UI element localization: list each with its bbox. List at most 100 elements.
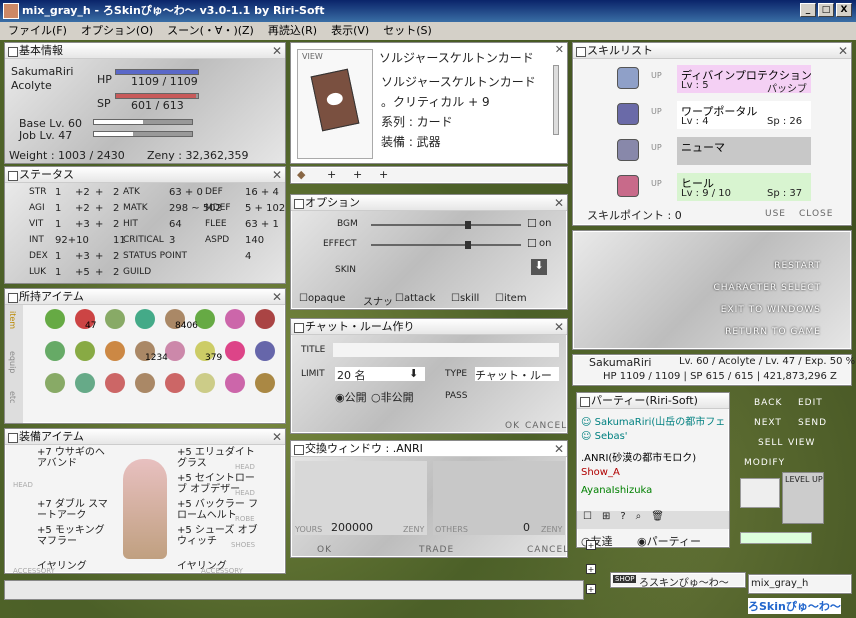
item-icon[interactable]: [225, 341, 245, 361]
item-icon[interactable]: [225, 309, 245, 329]
trash-icon[interactable]: 🗑: [651, 511, 664, 529]
close-icon[interactable]: ✕: [554, 195, 564, 211]
view-button[interactable]: VIEW: [788, 438, 815, 448]
edit-button[interactable]: EDIT: [798, 398, 823, 408]
close-button[interactable]: X: [836, 3, 852, 17]
skill-checkbox[interactable]: ☐skill: [451, 293, 479, 304]
item-icon[interactable]: [195, 309, 215, 329]
attack-checkbox[interactable]: ☐attack: [395, 293, 435, 304]
skill-row[interactable]: ワープポータル Lv : 4 Sp : 26: [677, 101, 811, 129]
ok-button[interactable]: OK: [317, 545, 332, 555]
expand-icon[interactable]: +: [586, 564, 596, 574]
search-icon[interactable]: ⌕: [636, 511, 642, 529]
item-icon[interactable]: [105, 309, 125, 329]
chat-input[interactable]: [4, 580, 584, 600]
return-button[interactable]: RETURN TO GAME: [725, 327, 821, 337]
stat-plus-button[interactable]: +: [95, 219, 103, 230]
restart-button[interactable]: RESTART: [774, 261, 821, 271]
skill-row[interactable]: ニューマ: [677, 137, 811, 165]
expand-icon[interactable]: +: [586, 584, 596, 594]
item-icon[interactable]: [255, 341, 275, 361]
skill-row[interactable]: ヒール Lv : 9 / 10 Sp : 37: [677, 173, 811, 201]
equip-head-upper[interactable]: +7 ウサギのヘアバンド: [37, 447, 113, 469]
portal-icon[interactable]: [617, 103, 639, 125]
skill-level-up-icon[interactable]: UP: [651, 107, 662, 116]
menu-file[interactable]: ファイル(F): [8, 22, 67, 40]
stat-plus-button[interactable]: +: [95, 267, 103, 278]
stat-plus-button[interactable]: +: [95, 187, 103, 198]
menu-view[interactable]: 表示(V): [331, 22, 369, 40]
item-checkbox[interactable]: ☐item: [495, 293, 527, 304]
skill-level-up-icon[interactable]: UP: [651, 143, 662, 152]
back-button[interactable]: BACK: [754, 398, 782, 408]
cancel-button[interactable]: CANCEL: [527, 545, 569, 555]
close-icon[interactable]: ✕: [272, 167, 282, 183]
bgm-slider[interactable]: [371, 221, 521, 229]
item-icon[interactable]: [135, 373, 155, 393]
menu-set[interactable]: セット(S): [383, 22, 432, 40]
shield-icon[interactable]: [617, 67, 639, 89]
ok-button[interactable]: OK: [505, 421, 520, 431]
item-icon[interactable]: [195, 373, 215, 393]
party-tab[interactable]: ◉パーティー: [637, 533, 701, 549]
minimize-button[interactable]: _: [800, 3, 816, 17]
public-radio[interactable]: ◉公開: [335, 389, 367, 405]
party-member[interactable]: ☺ SakumaRiri(山岳の都市フェ: [581, 413, 727, 428]
close-icon[interactable]: ✕: [272, 289, 282, 305]
modify-button[interactable]: MODIFY: [744, 458, 785, 468]
party-member[interactable]: ☺ Sebas': [581, 431, 727, 442]
stat-plus-button[interactable]: +: [95, 203, 103, 214]
opaque-checkbox[interactable]: ☐opaque: [299, 293, 345, 304]
close-icon[interactable]: ✕: [555, 43, 564, 56]
party-member[interactable]: Show_A: [581, 467, 727, 478]
effect-slider[interactable]: [371, 241, 521, 249]
item-icon[interactable]: [105, 373, 125, 393]
effect-on-checkbox[interactable]: ☐: [527, 237, 537, 250]
maximize-button[interactable]: □: [818, 3, 834, 17]
limit-dropdown-icon[interactable]: ⬇: [409, 367, 418, 380]
equip-garment[interactable]: +5 モッキング マフラー: [37, 525, 113, 547]
send-button[interactable]: SEND: [798, 418, 827, 428]
character-select-button[interactable]: CHARACTER SELECT: [713, 283, 821, 293]
pneuma-icon[interactable]: [617, 139, 639, 161]
skill-row[interactable]: ディバインプロテクション Lv : 5 パッシブ: [677, 65, 812, 95]
title-input[interactable]: [333, 343, 559, 357]
trade-button[interactable]: TRADE: [419, 545, 454, 555]
expand-icon[interactable]: +: [586, 540, 596, 550]
item-icon[interactable]: [105, 341, 125, 361]
menu-soon[interactable]: スーン(・∀・)(Z): [167, 22, 254, 40]
skin-dropdown-button[interactable]: ⬇: [531, 259, 547, 275]
next-button[interactable]: NEXT: [754, 418, 782, 428]
item-icon[interactable]: [225, 373, 245, 393]
item-icon[interactable]: [255, 373, 275, 393]
tab-etc[interactable]: etc: [8, 391, 17, 403]
sell-button[interactable]: SELL: [758, 438, 783, 448]
item-icon[interactable]: [165, 341, 185, 361]
cancel-button[interactable]: CANCEL: [525, 421, 567, 431]
menu-option[interactable]: オプション(O): [81, 22, 153, 40]
shop-sign[interactable]: SHOP ろスキンぴゅ〜わ〜: [610, 572, 746, 589]
close-button[interactable]: CLOSE: [799, 209, 833, 219]
type-select[interactable]: チャット・ルー: [475, 367, 559, 381]
close-icon[interactable]: ✕: [272, 429, 282, 445]
heal-icon[interactable]: [617, 175, 639, 197]
exit-button[interactable]: EXIT TO WINDOWS: [721, 305, 821, 315]
party-member[interactable]: .ANRI(砂漠の都市モロク): [581, 449, 727, 464]
stat-plus-button[interactable]: +: [95, 251, 103, 262]
close-icon[interactable]: ✕: [554, 319, 564, 335]
close-icon[interactable]: ✕: [272, 43, 282, 59]
close-icon[interactable]: ✕: [838, 43, 848, 59]
chat-icon[interactable]: ⊞: [602, 511, 610, 529]
memo-icon[interactable]: ☐: [583, 511, 592, 529]
tab-equip[interactable]: equip: [8, 351, 17, 373]
slider-thumb[interactable]: [465, 221, 471, 229]
tab-item[interactable]: item: [8, 311, 17, 329]
close-icon[interactable]: ✕: [554, 441, 564, 457]
menu-reload[interactable]: 再読込(R): [268, 22, 317, 40]
party-member[interactable]: AyanaIshizuka: [581, 485, 727, 496]
skill-level-up-icon[interactable]: UP: [651, 179, 662, 188]
scrollbar[interactable]: [553, 65, 559, 135]
bgm-on-checkbox[interactable]: ☐: [527, 217, 537, 230]
use-button[interactable]: USE: [765, 209, 786, 219]
help-icon[interactable]: ?: [620, 511, 625, 529]
